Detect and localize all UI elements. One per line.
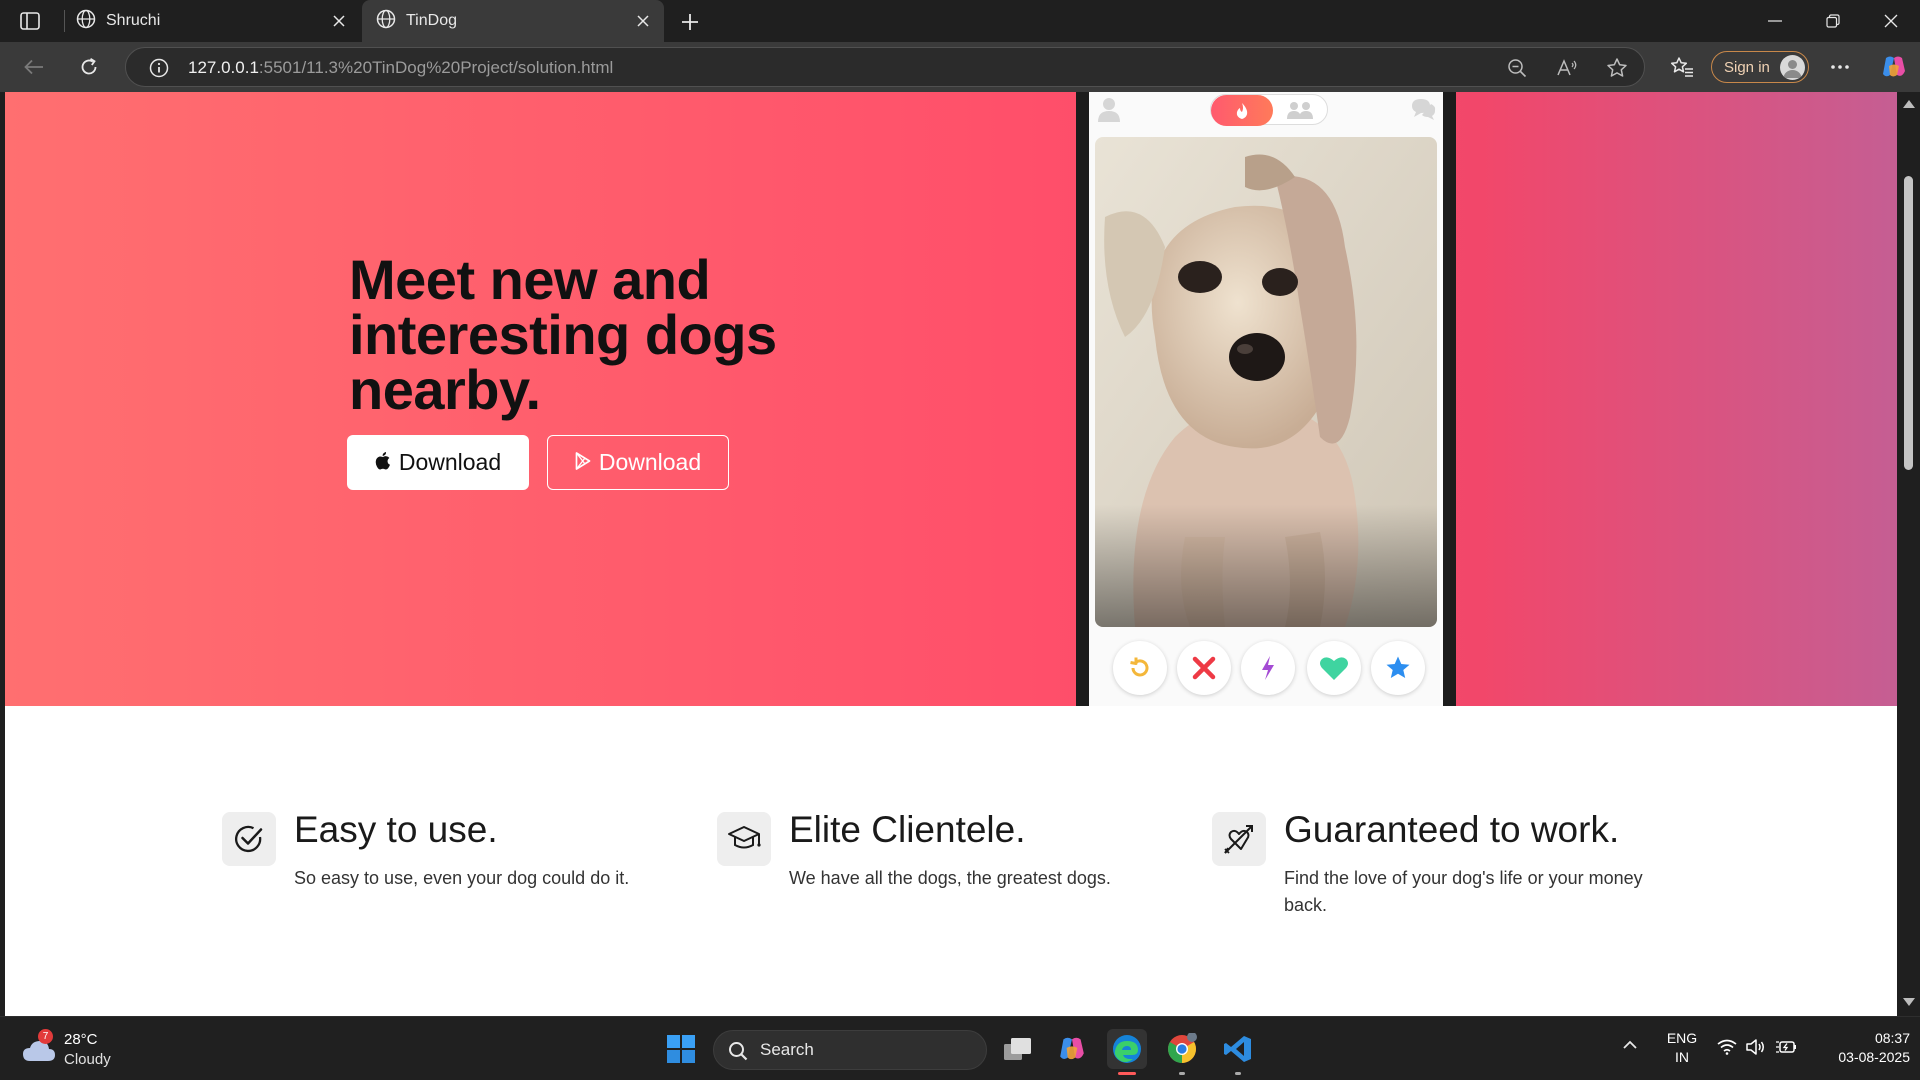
feature-title: Guaranteed to work. — [1284, 809, 1620, 850]
browser-toolbar: 127.0.0.1:5501/11.3%20TinDog%20Project/s… — [0, 42, 1920, 92]
sign-in-button[interactable]: Sign in — [1711, 51, 1809, 83]
super-like-button — [1371, 641, 1425, 695]
tab-shruchi[interactable]: Shruchi — [62, 0, 360, 42]
language-indicator[interactable]: ENG IN — [1664, 1029, 1700, 1067]
volume-icon[interactable] — [1746, 1039, 1766, 1060]
clock-time: 08:37 — [1874, 1030, 1910, 1046]
google-play-icon — [575, 449, 591, 476]
close-window-button[interactable] — [1862, 0, 1920, 42]
hero-title: Meet new and interesting dogs nearby. — [349, 248, 777, 421]
phone-mockup — [1076, 92, 1456, 706]
address-bar[interactable]: 127.0.0.1:5501/11.3%20TinDog%20Project/s… — [125, 47, 1645, 87]
zoom-out-icon[interactable] — [1504, 55, 1530, 81]
favorites-icon[interactable] — [1666, 52, 1698, 82]
globe-icon — [376, 9, 396, 34]
copilot-app-icon[interactable] — [1052, 1029, 1092, 1069]
feature-title: Easy to use. — [294, 809, 498, 850]
taskbar-clock[interactable]: 08:37 03-08-2025 — [1810, 1029, 1910, 1067]
check-circle-icon — [222, 812, 276, 866]
boost-button — [1241, 641, 1295, 695]
page-viewport: Meet new and interesting dogs nearby. Do… — [5, 92, 1897, 1016]
taskbar-search[interactable]: Search — [713, 1030, 987, 1070]
profile-icon — [1097, 96, 1121, 127]
clock-date: 03-08-2025 — [1838, 1049, 1910, 1065]
windows-taskbar: 7 28°C Cloudy Search ENG IN 08:37 03-08-… — [0, 1016, 1920, 1080]
weather-desc: Cloudy — [64, 1051, 111, 1068]
copilot-icon[interactable] — [1878, 52, 1910, 82]
search-label: Search — [760, 1040, 814, 1059]
tab-title: Shruchi — [106, 12, 161, 29]
feature-title: Elite Clientele. — [789, 809, 1026, 850]
swipe-mode-toggle — [1210, 94, 1328, 126]
scroll-down-arrow-icon[interactable] — [1903, 998, 1915, 1006]
tab-actions-icon[interactable] — [14, 8, 46, 34]
tab-title: TinDog — [406, 12, 457, 29]
edge-browser-icon[interactable] — [1107, 1029, 1147, 1075]
hero-section: Meet new and interesting dogs nearby. Do… — [5, 92, 1897, 706]
feature-text: Find the love of your dog's life or your… — [1284, 868, 1643, 915]
globe-icon — [76, 9, 96, 34]
wifi-icon[interactable] — [1717, 1039, 1737, 1060]
battery-icon[interactable] — [1775, 1039, 1797, 1060]
lang-line1: ENG — [1666, 1030, 1698, 1046]
like-button — [1307, 641, 1361, 695]
read-aloud-icon[interactable] — [1554, 55, 1580, 81]
tab-tindog[interactable]: TinDog — [362, 0, 664, 42]
download-label: Download — [598, 449, 702, 475]
avatar — [1780, 55, 1805, 80]
task-view-icon[interactable] — [998, 1029, 1038, 1069]
minimize-button[interactable] — [1746, 0, 1804, 42]
rewind-button — [1113, 641, 1167, 695]
url-text[interactable]: 127.0.0.1:5501/11.3%20TinDog%20Project/s… — [188, 58, 613, 78]
google-play-download-button[interactable]: Download — [547, 435, 729, 490]
apple-icon — [375, 449, 391, 476]
chat-bubbles-icon — [1409, 96, 1437, 127]
page-scrollbar[interactable] — [1897, 92, 1920, 1016]
feature-text: So easy to use, even your dog could do i… — [294, 868, 630, 888]
nope-button — [1177, 641, 1231, 695]
group-icon — [1285, 100, 1315, 125]
lang-line2: IN — [1675, 1049, 1689, 1065]
flame-icon — [1211, 95, 1273, 126]
dog-photo — [1095, 137, 1437, 627]
reload-button[interactable] — [73, 52, 105, 82]
scroll-thumb[interactable] — [1904, 176, 1913, 470]
browser-tab-bar: Shruchi TinDog — [0, 0, 1920, 42]
restore-button[interactable] — [1804, 0, 1862, 42]
download-label: Download — [398, 449, 502, 475]
weather-widget[interactable]: 7 28°C Cloudy — [22, 1029, 142, 1071]
search-icon — [728, 1041, 748, 1066]
weather-badge: 7 — [38, 1029, 53, 1044]
close-tab-icon[interactable] — [634, 12, 652, 30]
open-indicator — [1179, 1072, 1185, 1075]
new-tab-button[interactable] — [676, 9, 704, 35]
heart-arrow-icon — [1212, 812, 1266, 866]
weather-temp: 28°C — [64, 1031, 98, 1048]
app-store-download-button[interactable]: Download — [347, 435, 529, 490]
url-host: 127.0.0.1 — [188, 58, 259, 77]
phone-screen — [1089, 92, 1443, 706]
sign-in-label: Sign in — [1724, 58, 1770, 76]
more-menu-icon[interactable] — [1824, 52, 1856, 82]
start-button[interactable] — [661, 1029, 701, 1069]
vscode-icon[interactable] — [1218, 1029, 1258, 1075]
active-indicator — [1118, 1072, 1136, 1075]
graduation-cap-icon — [717, 812, 771, 866]
feature-text: We have all the dogs, the greatest dogs. — [789, 868, 1111, 888]
site-info-icon[interactable] — [146, 55, 172, 81]
chrome-browser-icon[interactable] — [1162, 1029, 1202, 1075]
favorite-star-icon[interactable] — [1604, 55, 1630, 81]
url-path: :5501/11.3%20TinDog%20Project/solution.h… — [258, 58, 614, 77]
open-indicator — [1235, 1072, 1241, 1075]
close-tab-icon[interactable] — [330, 12, 348, 30]
scroll-up-arrow-icon[interactable] — [1903, 100, 1915, 108]
back-button[interactable] — [18, 52, 50, 82]
show-hidden-icons-chevron-icon[interactable] — [1622, 1037, 1638, 1055]
